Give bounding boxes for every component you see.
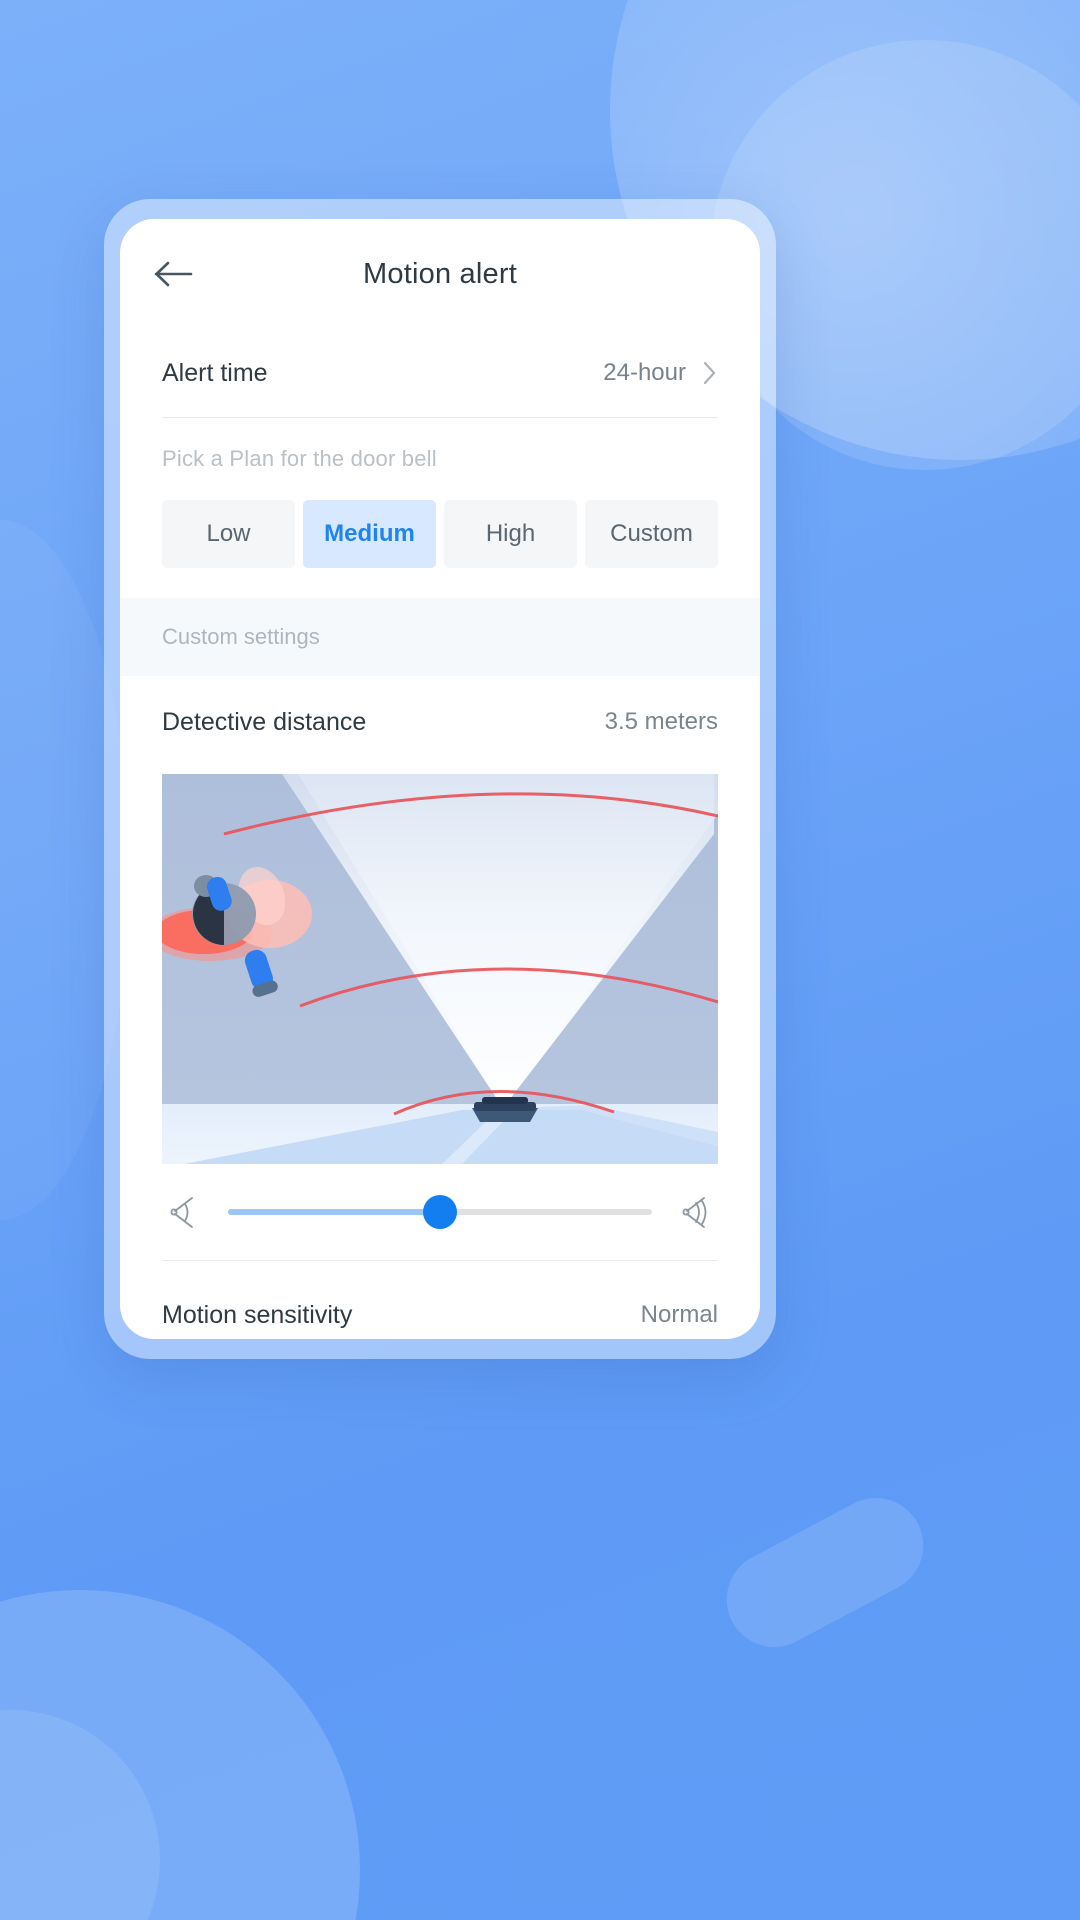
bg-blob-bottom-right [709, 1481, 941, 1664]
detective-distance-slider-fill [228, 1209, 440, 1215]
phone-screen: Motion alert Alert time 24-hour Pick a P… [120, 219, 760, 1339]
alert-time-row[interactable]: Alert time 24-hour [120, 329, 760, 417]
motion-detection-cone-illustration [162, 774, 718, 1164]
plan-tab-medium[interactable]: Medium [303, 500, 436, 568]
detective-distance-slider-track[interactable] [228, 1195, 652, 1229]
plan-tabs: Low Medium High Custom [162, 500, 718, 568]
detective-distance-label: Detective distance [162, 707, 367, 736]
page-title: Motion alert [363, 257, 517, 290]
plan-hint: Pick a Plan for the door bell [162, 446, 437, 471]
alert-time-label: Alert time [162, 358, 268, 387]
detective-distance-slider-row [120, 1164, 760, 1260]
narrow-angle-icon[interactable] [162, 1190, 206, 1234]
motion-sensitivity-label: Motion sensitivity [162, 1300, 353, 1329]
custom-settings-band: Custom settings [120, 598, 760, 676]
detective-distance-row: Detective distance 3.5 meters [120, 676, 760, 768]
plan-section: Pick a Plan for the door bell Low Medium… [120, 418, 760, 598]
motion-sensitivity-row: Motion sensitivity Normal [120, 1261, 760, 1339]
alert-time-value: 24-hour [603, 359, 686, 386]
alert-time-value-group: 24-hour [603, 359, 718, 387]
motion-sensitivity-value: Normal [640, 1301, 718, 1328]
chevron-right-icon [703, 361, 716, 385]
detective-distance-slider-knob[interactable] [423, 1195, 457, 1229]
plan-tab-high[interactable]: High [444, 500, 577, 568]
plan-tab-low[interactable]: Low [162, 500, 295, 568]
wide-angle-icon[interactable] [674, 1190, 718, 1234]
plan-tab-custom[interactable]: Custom [585, 500, 718, 568]
back-button[interactable] [148, 248, 200, 300]
arrow-left-icon [154, 261, 193, 287]
app-header: Motion alert [120, 219, 760, 329]
detection-cone-svg [162, 774, 718, 1164]
detective-distance-value: 3.5 meters [604, 708, 718, 735]
